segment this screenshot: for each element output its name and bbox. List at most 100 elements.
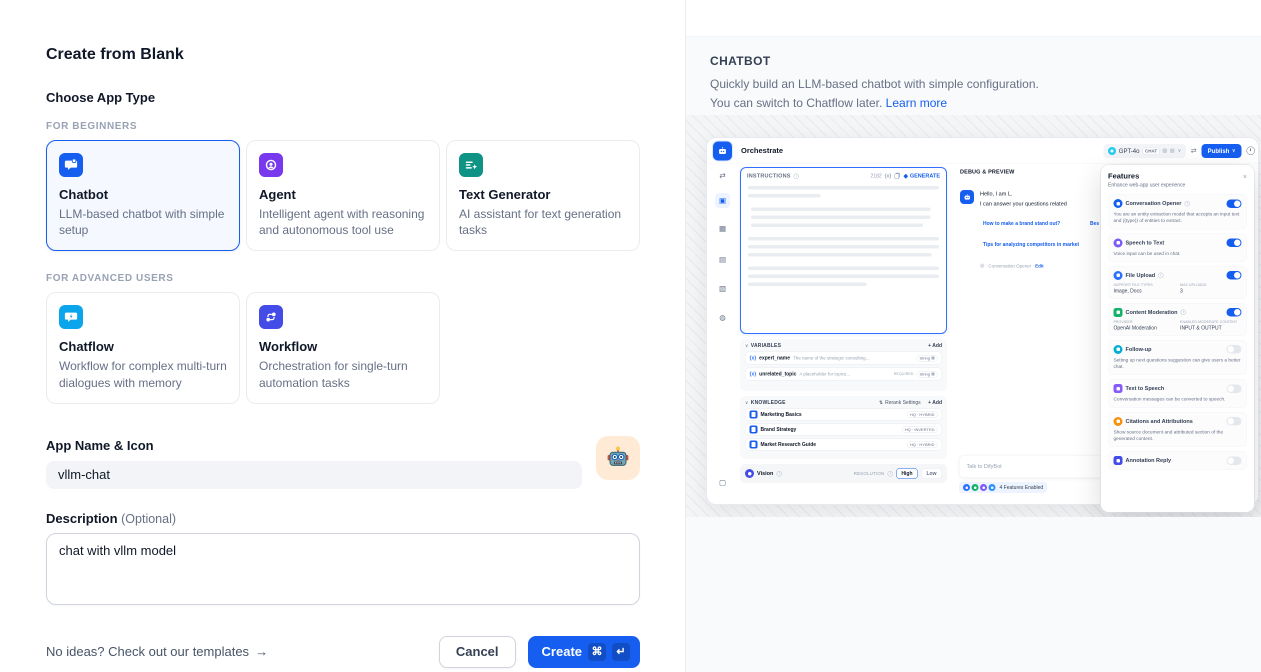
suggested-question-cut: Bes	[1090, 221, 1099, 227]
create-app-modal: Create from Blank Choose App Type FOR BE…	[0, 0, 1261, 672]
feature-desc: Conversation messages can be converted t…	[1114, 396, 1242, 403]
compare-models-icon: ⇄	[1191, 147, 1197, 156]
chevron-down-icon: ∨	[1232, 148, 1236, 154]
meta-value: 3	[1180, 288, 1241, 294]
preview-description: Quickly build an LLM-based chatbot with …	[710, 75, 1062, 112]
app-type-card-chatbot[interactable]: Chatbot LLM-based chatbot with simple se…	[46, 140, 240, 251]
app-type-card-workflow[interactable]: Workflow Orchestration for single-turn a…	[246, 292, 440, 403]
top-strip	[686, 0, 1261, 37]
for-advanced-users-label: FOR ADVANCED USERS	[46, 273, 640, 284]
feature-title: Citations and Attributions	[1126, 418, 1193, 424]
feature-dot-icon	[972, 484, 979, 491]
meta-value: INPUT & OUTPUT	[1180, 325, 1241, 331]
instructions-panel: INSTRUCTIONS i 2182 {x} GENERATE	[740, 167, 947, 334]
description-label: Description (Optional)	[46, 511, 640, 526]
app-type-card-chatflow[interactable]: Chatflow Workflow for complex multi-turn…	[46, 292, 240, 403]
feature-item-speech-to-text: Speech to Text Voice input can be used i…	[1108, 233, 1247, 262]
feature-title: Content Moderation	[1126, 309, 1178, 315]
knowledge-panel: ∨ KNOWLEDGE ⇅ Rerank Settings + Add Mark…	[740, 396, 947, 459]
variable-row: {x} expert_name The name of the strategi…	[745, 352, 942, 365]
dataset-icon	[750, 426, 758, 434]
workflow-icon	[259, 305, 283, 329]
app-icon-picker[interactable]	[596, 436, 640, 480]
app-name-input[interactable]	[46, 461, 582, 489]
dataset-icon	[750, 411, 758, 419]
feature-desc: Setting up next questions suggestion can…	[1114, 357, 1242, 370]
for-beginners-label: FOR BEGINNERS	[46, 121, 640, 132]
arrow-right-icon: →	[255, 644, 268, 659]
learn-more-link[interactable]: Learn more	[886, 96, 947, 110]
text-generator-icon	[459, 153, 483, 177]
char-count: 2182	[871, 173, 882, 179]
sidebar-orchestrate-icon: ▣	[715, 193, 730, 208]
toggle-off	[1227, 417, 1242, 426]
chat-input: Talk to DifyBot	[959, 455, 1117, 478]
generate-button: GENERATE	[904, 173, 940, 179]
variable-type-badge: String	[917, 371, 938, 378]
collapse-icon: ∨	[745, 343, 748, 349]
variable-desc: The name of the strategic consulting...	[793, 356, 914, 361]
shot-app-icon	[713, 141, 732, 160]
description-section: Description (Optional) chat with vllm mo…	[46, 511, 640, 610]
meta-key: SUPPORT FILE TYPES	[1114, 283, 1181, 287]
beginner-cards: Chatbot LLM-based chatbot with simple se…	[46, 140, 640, 251]
app-type-card-agent[interactable]: Agent Intelligent agent with reasoning a…	[246, 140, 440, 251]
suggested-question: Tips for analyzing competitors in market	[983, 242, 1079, 248]
meta-key: ENABLED MODERATE CONTENT	[1180, 320, 1241, 324]
feature-title: Conversation Opener	[1126, 201, 1182, 207]
dataset-name: Marketing Basics	[761, 412, 802, 418]
grid-icon	[932, 373, 935, 376]
feature-dot-icon	[980, 484, 987, 491]
model-provider-icon	[1108, 147, 1116, 155]
templates-link-text: No ideas? Check out our templates	[46, 644, 249, 659]
modal-footer: No ideas? Check out our templates → Canc…	[46, 636, 640, 668]
knowledge-row: Brand Strategy HQ · INVERTED	[745, 424, 942, 436]
cancel-button[interactable]: Cancel	[439, 636, 516, 668]
create-button[interactable]: Create ⌘ ↵	[528, 636, 640, 668]
follow-up-icon	[1114, 345, 1123, 354]
skeleton-line	[751, 216, 931, 220]
skeleton-line	[748, 194, 821, 198]
templates-link[interactable]: No ideas? Check out our templates →	[46, 644, 268, 659]
feature-item-text-to-speech: Text to Speech Conversation messages can…	[1108, 379, 1247, 408]
toggle-on	[1227, 308, 1242, 317]
description-textarea[interactable]: chat with vllm model	[46, 533, 640, 605]
feature-item-conversation-opener: Conversation Opener i You are an entity …	[1108, 194, 1247, 229]
card-desc: Workflow for complex multi-turn dialogue…	[59, 358, 227, 390]
collapse-icon: ∨	[745, 400, 748, 406]
toggle-off	[1227, 345, 1242, 354]
feature-item-file-upload: File Upload i SUPPORT FILE TYPES Image, …	[1108, 266, 1247, 299]
instructions-skeleton	[741, 180, 946, 292]
app-name-label: App Name & Icon	[46, 438, 640, 453]
opener-edit-link: Edit	[1035, 263, 1044, 268]
shot-header: Orchestrate GPT-4o CHAT ∨ ⇄	[707, 138, 1259, 164]
vision-icon	[745, 469, 754, 478]
info-icon: i	[887, 471, 893, 477]
grid-icon	[932, 357, 935, 360]
feature-title: Follow-up	[1126, 346, 1152, 352]
variables-panel: ∨ VARIABLES + Add {x} expert_name The na…	[740, 339, 947, 391]
feature-title: Speech to Text	[1126, 240, 1165, 246]
resolution-high-pill: High	[896, 468, 918, 479]
model-selector: GPT-4o CHAT ∨	[1103, 144, 1186, 158]
feature-desc: Show source document and attributed sect…	[1114, 429, 1242, 442]
feature-dot-icon	[963, 484, 970, 491]
temperature-icon	[1163, 149, 1168, 154]
app-type-card-text-generator[interactable]: Text Generator AI assistant for text gen…	[446, 140, 640, 251]
add-variable-button: + Add	[928, 343, 942, 349]
speech-to-text-icon	[1114, 238, 1123, 247]
create-form-panel: Create from Blank Choose App Type FOR BE…	[0, 0, 685, 672]
toggle-on	[1227, 199, 1242, 208]
panel-lower-space	[686, 517, 1261, 672]
sidebar-image-icon: ▦	[715, 221, 730, 236]
info-icon: i	[794, 173, 800, 179]
dataset-name: Market Research Guide	[761, 442, 817, 448]
app-name-section: App Name & Icon	[46, 438, 640, 489]
preview-heading: CHATBOT	[710, 54, 1237, 68]
meta-value: OpenAI Moderation	[1114, 325, 1181, 331]
card-desc: Orchestration for single-turn automation…	[259, 358, 427, 390]
chatflow-icon	[59, 305, 83, 329]
features-enabled-row: 4 Features Enabled	[959, 482, 1047, 493]
vision-label: Vision	[757, 471, 773, 477]
skeleton-line	[748, 253, 931, 257]
